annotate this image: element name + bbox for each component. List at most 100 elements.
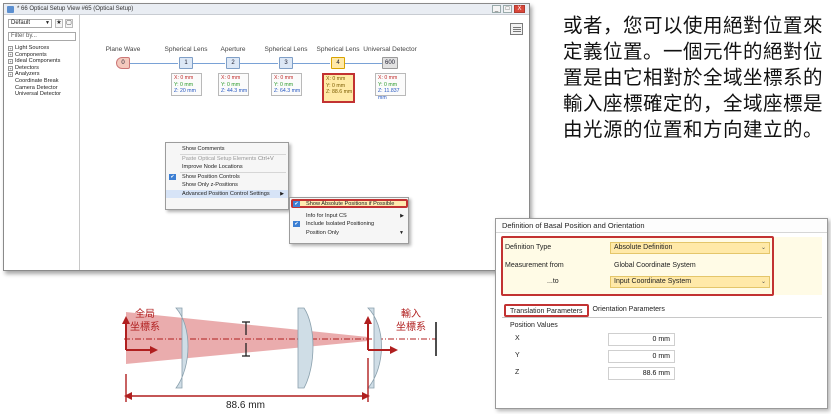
position-y-input[interactable]: 0 mm <box>608 350 675 363</box>
context-menu: Show Comments Paste Optical Setup Elemen… <box>165 142 289 210</box>
filter-input[interactable]: Filter by... <box>8 32 76 41</box>
node-link <box>293 63 330 64</box>
submenu-item-absolute-positions[interactable]: ✔ Show Absolute Positions if Possible <box>290 200 408 209</box>
input-cs-label-text: 輸入 坐標系 <box>396 309 426 333</box>
maximize-button[interactable]: □ <box>503 5 512 13</box>
tree-item[interactable]: + Analyzers <box>8 71 61 78</box>
setup-node[interactable]: 1 <box>179 57 193 69</box>
check-icon: ✔ <box>293 221 300 227</box>
menu-item-show-only-z[interactable]: Show Only z-Positions <box>166 181 288 190</box>
global-cs-label-text: 全局 坐標系 <box>130 309 160 333</box>
menu-shortcut: Ctrl+V <box>258 155 274 162</box>
tree-item-label: Coordinate Break <box>15 77 59 84</box>
chevron-right-icon: ▶ <box>400 212 404 219</box>
position-control[interactable]: X: 0 mm Y: 0 mm Z: 88.6 mm <box>322 73 355 103</box>
node-link <box>345 63 382 64</box>
arrow-right-icon <box>362 392 370 400</box>
optical-setup-window: * 66 Optical Setup View #65 (Optical Set… <box>3 3 530 271</box>
menu-item-show-comments[interactable]: Show Comments <box>166 145 288 154</box>
menu-item-label: Paste Optical Setup Elements <box>182 155 257 162</box>
setup-node[interactable]: 2 <box>226 57 240 69</box>
check-icon: ✔ <box>169 173 176 180</box>
menu-item-advanced-position-control[interactable]: Advanced Position Control Settings ▶ <box>166 189 288 198</box>
node-link <box>240 63 278 64</box>
tree-item[interactable]: + Light Sources <box>8 45 61 52</box>
node-label: Universal Detector <box>363 46 417 53</box>
menu-item-label: Info for Input CS <box>306 212 347 219</box>
submenu-item-position-only[interactable]: Position Only ▼ <box>290 229 408 238</box>
highlight-box <box>501 236 774 296</box>
menu-item-paste: Paste Optical Setup Elements Ctrl+V <box>166 155 288 164</box>
tree-item[interactable]: Camera Detector <box>8 85 61 92</box>
minimize-button[interactable]: _ <box>492 5 501 13</box>
submenu-item-include-isolated[interactable]: ✔ Include Isolated Positioning <box>290 220 408 229</box>
setup-node[interactable]: 600 <box>382 57 398 69</box>
tree-item[interactable]: + Ideal Components <box>8 58 61 65</box>
tree-item-label: Detectors <box>15 64 39 71</box>
tree-item-label: Light Sources <box>15 45 50 51</box>
menu-item-label: Show Absolute Positions if Possible <box>306 201 395 207</box>
expand-icon[interactable]: + <box>8 58 13 64</box>
new-document-icon[interactable]: ▢ <box>65 19 73 28</box>
window-controls: _ □ X <box>492 5 525 13</box>
position-z-value: Z: 44.3 mm <box>221 88 248 94</box>
position-z-input[interactable]: 88.6 mm <box>608 367 675 380</box>
setup-node[interactable]: 0 <box>116 57 130 69</box>
position-control[interactable]: X: 0 mm Y: 0 mm Z: 11.837 mm <box>375 73 406 101</box>
document-view-icon[interactable] <box>510 23 523 35</box>
menu-item-show-position-controls[interactable]: ✔ Show Position Controls <box>166 173 288 182</box>
expand-icon[interactable]: + <box>8 65 13 71</box>
menu-item-improve-node-locations[interactable]: Improve Node Locations <box>166 163 288 172</box>
position-control[interactable]: X: 0 mm Y: 0 mm Z: 64.3 mm <box>271 73 302 96</box>
arrow-right-icon <box>390 346 398 354</box>
distance-label: 88.6 mm <box>226 400 265 411</box>
chevron-down-icon: ▼ <box>399 229 404 236</box>
expand-icon[interactable]: + <box>8 52 13 58</box>
lens-3 <box>367 307 382 389</box>
position-z-value: Z: 88.6 mm <box>326 89 353 95</box>
tab-orientation-parameters[interactable]: Orientation Parameters <box>589 304 669 317</box>
window-title: * 66 Optical Setup View #65 (Optical Set… <box>17 6 134 12</box>
basal-position-dialog: Definition of Basal Position and Orienta… <box>495 218 828 409</box>
star-icon[interactable]: ★ <box>55 19 63 28</box>
tree-item-label: Universal Detector <box>15 91 62 98</box>
expand-icon[interactable]: + <box>8 72 13 78</box>
position-control[interactable]: X: 0 mm Y: 0 mm Z: 20 mm <box>171 73 202 96</box>
menu-item-label: Improve Node Locations <box>182 164 243 170</box>
position-y-label: Y <box>515 352 520 359</box>
position-control[interactable]: X: 0 mm Y: 0 mm Z: 44.3 mm <box>218 73 249 96</box>
arrow-up-icon <box>364 316 372 324</box>
position-z-label: Z <box>515 369 520 376</box>
position-z-value: Z: 20 mm <box>174 88 196 94</box>
preset-dropdown[interactable]: Default ▼ <box>8 19 52 28</box>
close-button[interactable]: X <box>514 5 525 13</box>
global-cs-label: 全局 坐標系 <box>130 308 160 334</box>
submenu-item-info-input-cs[interactable]: Info for Input CS ▶ <box>290 212 408 221</box>
setup-node[interactable]: 4 <box>331 57 345 69</box>
expand-icon[interactable]: + <box>8 45 13 51</box>
setup-node[interactable]: 3 <box>279 57 293 69</box>
lens-2 <box>297 307 314 389</box>
arrow-left-icon <box>124 392 132 400</box>
dialog-tabs: Translation Parameters Orientation Param… <box>504 304 669 317</box>
position-x-row: X 0 mm <box>510 331 822 347</box>
tree-item-label: Components <box>15 51 47 58</box>
position-z-row: Z 88.6 mm <box>510 365 822 381</box>
tree-item[interactable]: + Detectors <box>8 65 61 72</box>
tree-item[interactable]: Universal Detector <box>8 91 61 98</box>
menu-item-label: Position Only <box>306 229 339 236</box>
chevron-down-icon: ▼ <box>45 20 50 26</box>
tab-translation-parameters[interactable]: Translation Parameters <box>504 304 589 317</box>
dialog-title: Definition of Basal Position and Orienta… <box>496 219 827 233</box>
menu-item-label: Show Position Controls <box>182 173 240 180</box>
preset-value: Default <box>11 20 31 26</box>
tree-item-label: Analyzers <box>15 71 40 78</box>
position-z-value: Z: 11.837 mm <box>378 88 400 101</box>
node-link <box>130 63 178 64</box>
tree-item-label: Camera Detector <box>15 84 58 91</box>
position-x-input[interactable]: 0 mm <box>608 333 675 346</box>
tree-item[interactable]: Coordinate Break <box>8 78 61 85</box>
tree-item[interactable]: + Components <box>8 52 61 59</box>
coordinate-diagram: 全局 坐標系 輸入 坐標系 88.6 mm <box>118 298 446 414</box>
node-label: Spherical Lens <box>264 46 308 53</box>
